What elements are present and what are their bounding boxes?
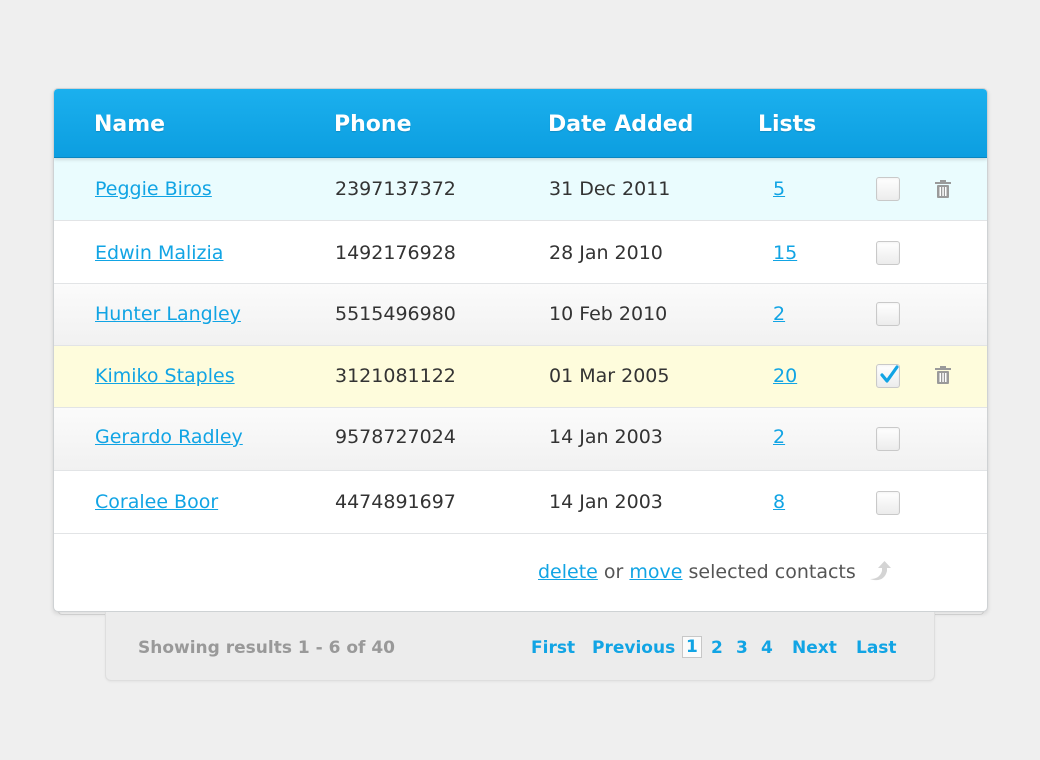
contacts-table: Name Phone Date Added Lists Peggie Biros… xyxy=(53,88,988,612)
contact-phone: 1492176928 xyxy=(335,242,456,264)
contact-phone: 9578727024 xyxy=(335,426,456,448)
pagination-next[interactable]: Next xyxy=(792,638,837,658)
contact-name-link[interactable]: Hunter Langley xyxy=(95,303,241,325)
move-arrow-icon[interactable] xyxy=(868,559,894,585)
trash-icon[interactable] xyxy=(934,365,952,385)
contact-name-link[interactable]: Gerardo Radley xyxy=(95,426,243,448)
contact-name-link[interactable]: Edwin Malizia xyxy=(95,242,223,264)
contact-phone: 5515496980 xyxy=(335,303,456,325)
table-row[interactable]: Kimiko Staples 3121081122 01 Mar 2005 20 xyxy=(54,346,987,408)
pagination-first[interactable]: First xyxy=(531,638,575,658)
contact-date-added: 14 Jan 2003 xyxy=(549,491,663,513)
row-checkbox[interactable] xyxy=(876,491,900,515)
contact-phone: 3121081122 xyxy=(335,365,456,387)
column-header-lists[interactable]: Lists xyxy=(758,112,816,137)
pagination-page[interactable]: 3 xyxy=(736,638,748,658)
contact-date-added: 28 Jan 2010 xyxy=(549,242,663,264)
column-header-name[interactable]: Name xyxy=(94,112,165,137)
actions-or-text: or xyxy=(603,561,624,583)
contact-phone: 2397137372 xyxy=(335,178,456,200)
row-checkbox[interactable] xyxy=(876,177,900,201)
contact-phone: 4474891697 xyxy=(335,491,456,513)
checkmark-icon xyxy=(880,365,899,383)
contact-name-link[interactable]: Peggie Biros xyxy=(95,178,212,200)
pagination-page[interactable]: 2 xyxy=(711,638,723,658)
move-selected-link[interactable]: move xyxy=(629,561,682,583)
results-summary: Showing results 1 - 6 of 40 xyxy=(138,638,395,658)
lists-count-link[interactable]: 2 xyxy=(773,303,785,325)
bulk-actions: delete or move selected contacts xyxy=(538,561,856,583)
contact-date-added: 31 Dec 2011 xyxy=(549,178,671,200)
pagination-bar: Showing results 1 - 6 of 40 First Previo… xyxy=(105,612,935,681)
table-header: Name Phone Date Added Lists xyxy=(54,89,987,158)
lists-count-link[interactable]: 20 xyxy=(773,365,797,387)
actions-suffix-text: selected contacts xyxy=(688,561,856,583)
contact-date-added: 01 Mar 2005 xyxy=(549,365,670,387)
table-row[interactable]: Edwin Malizia 1492176928 28 Jan 2010 15 xyxy=(54,221,987,284)
table-row[interactable]: Gerardo Radley 9578727024 14 Jan 2003 2 xyxy=(54,408,987,471)
lists-count-link[interactable]: 5 xyxy=(773,178,785,200)
contact-name-link[interactable]: Kimiko Staples xyxy=(95,365,235,387)
table-row[interactable]: Peggie Biros 2397137372 31 Dec 2011 5 xyxy=(54,157,987,221)
contact-date-added: 10 Feb 2010 xyxy=(549,303,668,325)
lists-count-link[interactable]: 2 xyxy=(773,426,785,448)
row-checkbox[interactable] xyxy=(876,427,900,451)
lists-count-link[interactable]: 15 xyxy=(773,242,797,264)
column-header-date-added[interactable]: Date Added xyxy=(548,112,693,137)
row-checkbox-checked[interactable] xyxy=(876,364,900,388)
contact-name-link[interactable]: Coralee Boor xyxy=(95,491,218,513)
pagination-previous[interactable]: Previous xyxy=(592,638,675,658)
delete-selected-link[interactable]: delete xyxy=(538,561,598,583)
lists-count-link[interactable]: 8 xyxy=(773,491,785,513)
contact-date-added: 14 Jan 2003 xyxy=(549,426,663,448)
trash-icon[interactable] xyxy=(934,179,952,199)
column-header-phone[interactable]: Phone xyxy=(334,112,411,137)
table-row[interactable]: Coralee Boor 4474891697 14 Jan 2003 8 xyxy=(54,471,987,534)
row-checkbox[interactable] xyxy=(876,302,900,326)
row-checkbox[interactable] xyxy=(876,241,900,265)
pagination-page-current[interactable]: 1 xyxy=(682,636,702,658)
pagination-page[interactable]: 4 xyxy=(761,638,773,658)
table-row[interactable]: Hunter Langley 5515496980 10 Feb 2010 2 xyxy=(54,284,987,346)
pagination-last[interactable]: Last xyxy=(856,638,897,658)
